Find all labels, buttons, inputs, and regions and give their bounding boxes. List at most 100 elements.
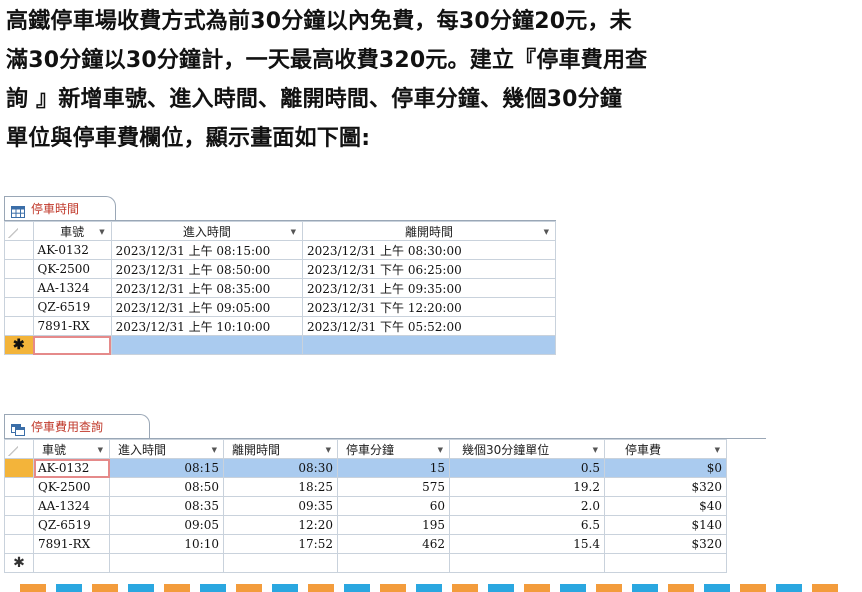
dropdown-arrow-icon[interactable]: ▼ xyxy=(593,446,598,454)
new-record-icon[interactable]: ✱ xyxy=(4,553,34,573)
cell-plate[interactable] xyxy=(33,553,110,573)
cell-entry-time[interactable] xyxy=(109,553,224,573)
cell-entry-time[interactable]: 10:10 xyxy=(109,534,224,554)
table-row[interactable]: 7891-RX 10:10 17:52 462 15.4 $320 xyxy=(4,534,727,554)
dropdown-arrow-icon[interactable]: ▼ xyxy=(98,446,103,454)
cell-parking-fee[interactable]: $0 xyxy=(604,458,727,478)
dropdown-arrow-icon[interactable]: ▼ xyxy=(99,228,104,236)
column-header-half-hour-units[interactable]: 幾個30分鐘單位 ▼ xyxy=(449,439,605,459)
cell-plate[interactable]: 7891-RX xyxy=(32,316,112,336)
cell-entry-time[interactable] xyxy=(110,335,304,355)
cell-plate[interactable]: AK-0132 xyxy=(33,458,110,478)
table-row[interactable]: AK-0132 08:15 08:30 15 0.5 $0 xyxy=(4,458,727,478)
dropdown-arrow-icon[interactable]: ▼ xyxy=(291,228,296,236)
cell-plate[interactable]: AA-1324 xyxy=(32,278,112,298)
new-record-row[interactable]: ✱ xyxy=(4,553,727,573)
cell-exit-time[interactable]: 17:52 xyxy=(223,534,338,554)
record-selector[interactable] xyxy=(4,534,34,554)
cell-plate[interactable]: QZ-6519 xyxy=(33,515,110,535)
cell-exit-time[interactable]: 2023/12/31 下午 06:25:00 xyxy=(302,259,556,279)
record-selector[interactable] xyxy=(4,297,34,317)
table-row[interactable]: AA-1324 08:35 09:35 60 2.0 $40 xyxy=(4,496,727,516)
table-row[interactable]: 7891-RX 2023/12/31 上午 10:10:00 2023/12/3… xyxy=(4,316,556,336)
cell-half-hour-units[interactable]: 2.0 xyxy=(449,496,605,516)
cell-exit-time[interactable]: 2023/12/31 上午 09:35:00 xyxy=(302,278,556,298)
cell-parking-minutes[interactable]: 60 xyxy=(337,496,450,516)
new-record-row[interactable]: ✱ xyxy=(4,335,556,355)
cell-exit-time[interactable]: 18:25 xyxy=(223,477,338,497)
record-selector[interactable] xyxy=(4,278,34,298)
new-record-icon[interactable]: ✱ xyxy=(4,335,34,355)
cell-plate[interactable]: QK-2500 xyxy=(33,477,110,497)
record-selector[interactable] xyxy=(4,259,34,279)
column-header-entry-time[interactable]: 進入時間 ▼ xyxy=(109,439,224,459)
cell-plate[interactable]: QZ-6519 xyxy=(32,297,112,317)
dropdown-arrow-icon[interactable]: ▼ xyxy=(438,446,443,454)
column-header-entry-time[interactable]: 進入時間 ▼ xyxy=(110,221,304,241)
table-row[interactable]: QK-2500 08:50 18:25 575 19.2 $320 xyxy=(4,477,727,497)
cell-plate[interactable]: AA-1324 xyxy=(33,496,110,516)
cell-half-hour-units[interactable]: 0.5 xyxy=(449,458,605,478)
cell-entry-time[interactable]: 08:50 xyxy=(109,477,224,497)
cell-exit-time[interactable]: 08:30 xyxy=(223,458,338,478)
record-selector[interactable] xyxy=(4,316,34,336)
cell-exit-time[interactable]: 2023/12/31 下午 05:52:00 xyxy=(302,316,556,336)
select-all-corner[interactable] xyxy=(4,439,34,459)
dropdown-arrow-icon[interactable]: ▼ xyxy=(326,446,331,454)
cell-entry-time[interactable]: 08:35 xyxy=(109,496,224,516)
column-header-exit-time[interactable]: 離開時間 ▼ xyxy=(223,439,338,459)
cell-entry-time[interactable]: 2023/12/31 上午 10:10:00 xyxy=(110,316,304,336)
table-row[interactable]: AA-1324 2023/12/31 上午 08:35:00 2023/12/3… xyxy=(4,278,556,298)
cell-half-hour-units[interactable]: 19.2 xyxy=(449,477,605,497)
dropdown-arrow-icon[interactable]: ▼ xyxy=(544,228,549,236)
column-header-parking-minutes[interactable]: 停車分鐘 ▼ xyxy=(337,439,450,459)
cell-entry-time[interactable]: 2023/12/31 上午 08:50:00 xyxy=(110,259,304,279)
cell-parking-fee[interactable]: $40 xyxy=(604,496,727,516)
cell-exit-time[interactable] xyxy=(223,553,338,573)
table-row[interactable]: QZ-6519 09:05 12:20 195 6.5 $140 xyxy=(4,515,727,535)
dropdown-arrow-icon[interactable]: ▼ xyxy=(715,446,720,454)
column-header-plate[interactable]: 車號 ▼ xyxy=(33,439,110,459)
cell-parking-fee[interactable]: $320 xyxy=(604,477,727,497)
cell-plate[interactable]: AK-0132 xyxy=(32,240,112,260)
cell-parking-minutes[interactable]: 575 xyxy=(337,477,450,497)
cell-exit-time[interactable] xyxy=(302,335,556,355)
cell-entry-time[interactable]: 08:15 xyxy=(109,458,224,478)
cell-entry-time[interactable]: 2023/12/31 上午 09:05:00 xyxy=(110,297,304,317)
dropdown-arrow-icon[interactable]: ▼ xyxy=(212,446,217,454)
cell-parking-fee[interactable]: $320 xyxy=(604,534,727,554)
column-header-plate[interactable]: 車號 ▼ xyxy=(32,221,112,241)
cell-parking-minutes[interactable] xyxy=(337,553,450,573)
cell-entry-time[interactable]: 2023/12/31 上午 08:35:00 xyxy=(110,278,304,298)
table-row[interactable]: QK-2500 2023/12/31 上午 08:50:00 2023/12/3… xyxy=(4,259,556,279)
tab-parking-time[interactable]: 停車時間 xyxy=(4,196,116,220)
record-selector[interactable] xyxy=(4,515,34,535)
table-row[interactable]: QZ-6519 2023/12/31 上午 09:05:00 2023/12/3… xyxy=(4,297,556,317)
cell-entry-time[interactable]: 09:05 xyxy=(109,515,224,535)
cell-half-hour-units[interactable] xyxy=(449,553,605,573)
cell-parking-fee[interactable]: $140 xyxy=(604,515,727,535)
table-row[interactable]: AK-0132 2023/12/31 上午 08:15:00 2023/12/3… xyxy=(4,240,556,260)
cell-plate[interactable]: QK-2500 xyxy=(32,259,112,279)
record-selector[interactable] xyxy=(4,477,34,497)
cell-plate[interactable]: 7891-RX xyxy=(33,534,110,554)
cell-exit-time[interactable]: 12:20 xyxy=(223,515,338,535)
column-header-parking-fee[interactable]: 停車費 ▼ xyxy=(604,439,727,459)
cell-plate-input[interactable] xyxy=(32,335,112,355)
cell-parking-minutes[interactable]: 15 xyxy=(337,458,450,478)
record-selector[interactable] xyxy=(4,240,34,260)
cell-exit-time[interactable]: 2023/12/31 下午 12:20:00 xyxy=(302,297,556,317)
cell-entry-time[interactable]: 2023/12/31 上午 08:15:00 xyxy=(110,240,304,260)
cell-parking-minutes[interactable]: 195 xyxy=(337,515,450,535)
record-selector[interactable] xyxy=(4,496,34,516)
column-header-exit-time[interactable]: 離開時間 ▼ xyxy=(302,221,556,241)
cell-parking-minutes[interactable]: 462 xyxy=(337,534,450,554)
cell-exit-time[interactable]: 2023/12/31 上午 08:30:00 xyxy=(302,240,556,260)
tab-parking-fee-query[interactable]: 停車費用查詢 xyxy=(4,414,150,438)
select-all-corner[interactable] xyxy=(4,221,34,241)
cell-exit-time[interactable]: 09:35 xyxy=(223,496,338,516)
cell-half-hour-units[interactable]: 6.5 xyxy=(449,515,605,535)
cell-parking-fee[interactable] xyxy=(604,553,727,573)
record-selector[interactable] xyxy=(4,458,34,478)
cell-half-hour-units[interactable]: 15.4 xyxy=(449,534,605,554)
